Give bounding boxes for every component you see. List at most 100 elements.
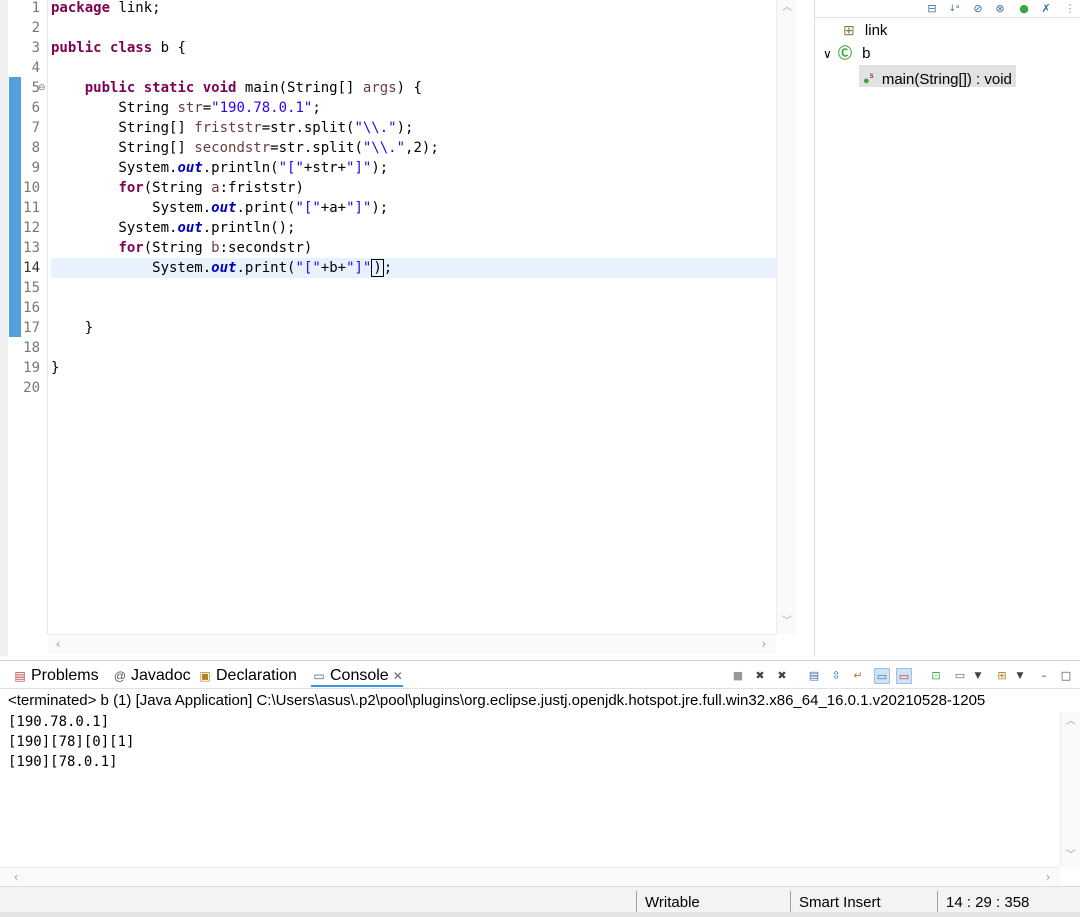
line-number-ruler: 1 2 3 4 5 ⊖ 6 7 8 9 10 11 12 13 14 15 16… — [0, 0, 48, 656]
show-on-stderr-icon[interactable]: ▭ — [896, 668, 912, 684]
hide-static-icon[interactable]: ⊗ — [993, 2, 1007, 16]
scroll-left-icon[interactable]: ‹ — [10, 871, 22, 883]
hide-nonpublic-icon[interactable]: ● — [1017, 2, 1031, 16]
code-text: :secondstr) — [219, 240, 313, 256]
code-line[interactable]: } — [51, 358, 776, 378]
chevron-down-icon[interactable]: ▼ — [1012, 668, 1028, 684]
declaration-icon: ▣ — [199, 669, 211, 683]
console-output[interactable]: [190.78.0.1] [190][78][0][1] [190][78.0.… — [8, 712, 1060, 862]
code-line[interactable]: System.out.println("["+str+"]"); — [51, 158, 776, 178]
pin-console-icon[interactable]: ⊡ — [928, 668, 944, 684]
code-text: ,2); — [405, 140, 439, 156]
show-on-stdout-icon[interactable]: ▭ — [874, 668, 890, 684]
scroll-up-icon[interactable]: ︿ — [1065, 716, 1077, 728]
console-vertical-scrollbar[interactable]: ︿ ﹀ — [1060, 712, 1080, 867]
tab-problems[interactable]: ▤ Problems — [12, 665, 98, 687]
clear-console-icon[interactable]: ▤ — [806, 668, 822, 684]
console-tab-bar: ▤ Problems @ Javadoc ▣ Declaration ▭ Console… — [0, 661, 1080, 689]
tab-label: Console — [330, 667, 389, 684]
outline-method-node[interactable]: ●s main(String[]) : void — [859, 65, 1016, 88]
console-horizontal-scrollbar[interactable]: ‹ › — [0, 867, 1060, 887]
code-line[interactable]: String[] friststr=str.split("\\."); — [51, 118, 776, 138]
class-icon: Ⓒ — [837, 45, 852, 61]
tab-label: Javadoc — [131, 667, 191, 684]
javadoc-icon: @ — [113, 669, 127, 683]
code-text: :friststr) — [219, 180, 304, 196]
outline-class-node[interactable]: ∨ Ⓒ b — [823, 42, 870, 64]
scroll-up-icon[interactable]: ︿ — [781, 2, 793, 14]
line-number: 8 — [31, 140, 40, 156]
code-text: ); — [396, 120, 414, 136]
code-editor[interactable]: 1 2 3 4 5 ⊖ 6 7 8 9 10 11 12 13 14 15 16… — [0, 0, 798, 656]
terminate-icon[interactable]: ■ — [730, 668, 746, 684]
tab-console[interactable]: ▭ Console ✕ — [311, 665, 403, 687]
scroll-right-icon[interactable]: › — [1042, 871, 1054, 883]
code-text: .println( — [202, 160, 279, 176]
keyword: public — [51, 40, 102, 56]
code-text: main(String[] — [236, 80, 363, 96]
code-line[interactable]: System.out.println(); — [51, 218, 776, 238]
code-line[interactable]: for(String b:secondstr) — [51, 238, 776, 258]
code-line[interactable]: public static void main(String[] args) { — [51, 78, 776, 98]
remove-all-terminated-icon[interactable]: ✖ — [774, 668, 790, 684]
line-number: 14 — [23, 260, 40, 276]
editor-vertical-scrollbar[interactable]: ︿ ﹀ — [776, 0, 796, 634]
writable-status: Writable — [645, 894, 700, 911]
scroll-left-icon[interactable]: ‹ — [52, 638, 64, 650]
outline-view[interactable]: ⊟ ↓ᵃ ⊘ ⊗ ● ✗ ⋮ ⊞ link ∨ Ⓒ b ●s main(Stri… — [814, 0, 1080, 656]
line-number: 1 — [31, 0, 40, 16]
fold-collapse-icon[interactable]: ⊖ — [38, 78, 48, 98]
editor-horizontal-scrollbar[interactable]: ‹ › — [48, 634, 776, 654]
string-literal: "]" — [346, 200, 372, 216]
hide-local-types-icon[interactable]: ✗ — [1039, 2, 1053, 16]
problems-icon: ▤ — [14, 669, 26, 683]
insert-mode-status[interactable]: Smart Insert — [799, 892, 881, 914]
maximize-icon[interactable]: □ — [1058, 668, 1074, 684]
console-output-line: [190.78.0.1] — [8, 714, 110, 730]
code-text: +b+ — [320, 260, 347, 276]
close-icon[interactable]: ✕ — [393, 669, 403, 683]
code-line[interactable]: public class b { — [51, 38, 776, 58]
code-line[interactable]: package link; — [51, 0, 776, 18]
sort-icon[interactable]: ↓ᵃ — [947, 2, 961, 16]
minimize-icon[interactable]: – — [1036, 668, 1052, 684]
hide-fields-icon[interactable]: ⊘ — [971, 2, 985, 16]
console-view[interactable]: ▤ Problems @ Javadoc ▣ Declaration ▭ Console… — [0, 660, 1080, 887]
code-line[interactable]: String str="190.78.0.1"; — [51, 98, 776, 118]
outline-toolbar: ⊟ ↓ᵃ ⊘ ⊗ ● ✗ ⋮ — [815, 0, 1080, 18]
keyword: static — [143, 80, 195, 96]
scroll-down-icon[interactable]: ﹀ — [781, 616, 793, 628]
tab-declaration[interactable]: ▣ Declaration — [197, 665, 297, 687]
current-code-line[interactable]: System.out.print("["+b+"]"); — [51, 258, 776, 278]
chevron-down-icon[interactable]: ▼ — [970, 668, 986, 684]
outline-package-node[interactable]: ⊞ link — [843, 19, 887, 41]
view-menu-icon[interactable]: ⋮ — [1063, 2, 1077, 16]
collapse-all-icon[interactable]: ⊟ — [925, 2, 939, 16]
code-line[interactable]: String[] secondstr=str.split("\\.",2); — [51, 138, 776, 158]
code-text: } — [51, 360, 60, 376]
code-line[interactable]: System.out.print("["+a+"]"); — [51, 198, 776, 218]
scroll-right-icon[interactable]: › — [758, 638, 770, 650]
line-number: 19 — [23, 360, 40, 376]
package-icon: ⊞ — [843, 22, 855, 38]
line-number: 13 — [23, 240, 40, 256]
cursor-position-status[interactable]: 14 : 29 : 358 — [946, 892, 1029, 914]
code-text: b { — [152, 40, 186, 56]
word-wrap-icon[interactable]: ↵ — [850, 668, 866, 684]
code-line[interactable]: for(String a:friststr) — [51, 178, 776, 198]
display-console-icon[interactable]: ▭ — [952, 668, 968, 684]
code-text-area[interactable]: package link; public class b { public st… — [51, 0, 776, 634]
scroll-down-icon[interactable]: ﹀ — [1065, 850, 1077, 862]
string-literal: "]" — [346, 160, 372, 176]
scroll-lock-icon[interactable]: ⇳ — [828, 668, 844, 684]
static-marker-icon: s — [869, 71, 874, 80]
chevron-down-icon[interactable]: ∨ — [823, 47, 832, 61]
code-line[interactable]: } — [51, 318, 776, 338]
remove-launch-icon[interactable]: ✖ — [752, 668, 768, 684]
code-text: String — [51, 100, 178, 116]
string-literal: "]" — [346, 260, 372, 276]
tab-javadoc[interactable]: @ Javadoc — [112, 665, 191, 687]
open-console-icon[interactable]: ⊞ — [994, 668, 1010, 684]
